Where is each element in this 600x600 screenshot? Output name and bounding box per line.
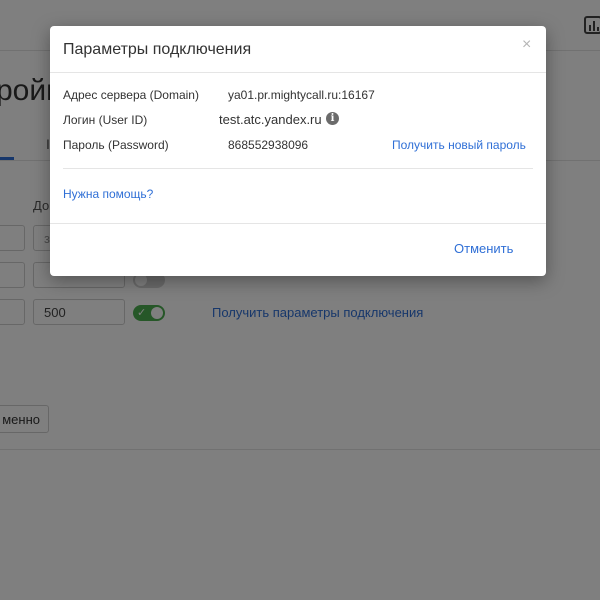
password-label: Пароль (Password) (63, 138, 169, 152)
modal-title: Параметры подключения (63, 41, 252, 58)
modal-header: Параметры подключения × (50, 26, 546, 73)
login-row: Логин (User ID) test.atc.yandex.ru i (50, 112, 546, 133)
modal-divider (63, 168, 533, 169)
domain-value: ya01.pr.mightycall.ru:16167 (228, 88, 375, 102)
help-link[interactable]: Нужна помощь? (63, 187, 153, 201)
modal-footer: Отменить (50, 223, 546, 277)
connection-params-modal: Параметры подключения × Адрес сервера (D… (50, 26, 546, 276)
get-new-password-link[interactable]: Получить новый пароль (392, 138, 526, 152)
login-value: test.atc.yandex.ru (219, 112, 322, 127)
login-label: Логин (User ID) (63, 113, 148, 127)
password-value: 868552938096 (228, 138, 309, 152)
close-icon[interactable]: × (522, 36, 531, 54)
domain-label: Адрес сервера (Domain) (63, 88, 199, 102)
password-row: Пароль (Password) 868552938096 Получить … (50, 138, 546, 158)
domain-row: Адрес сервера (Domain) ya01.pr.mightycal… (50, 88, 546, 108)
info-icon[interactable]: i (326, 112, 339, 125)
cancel-button[interactable]: Отменить (454, 241, 513, 256)
